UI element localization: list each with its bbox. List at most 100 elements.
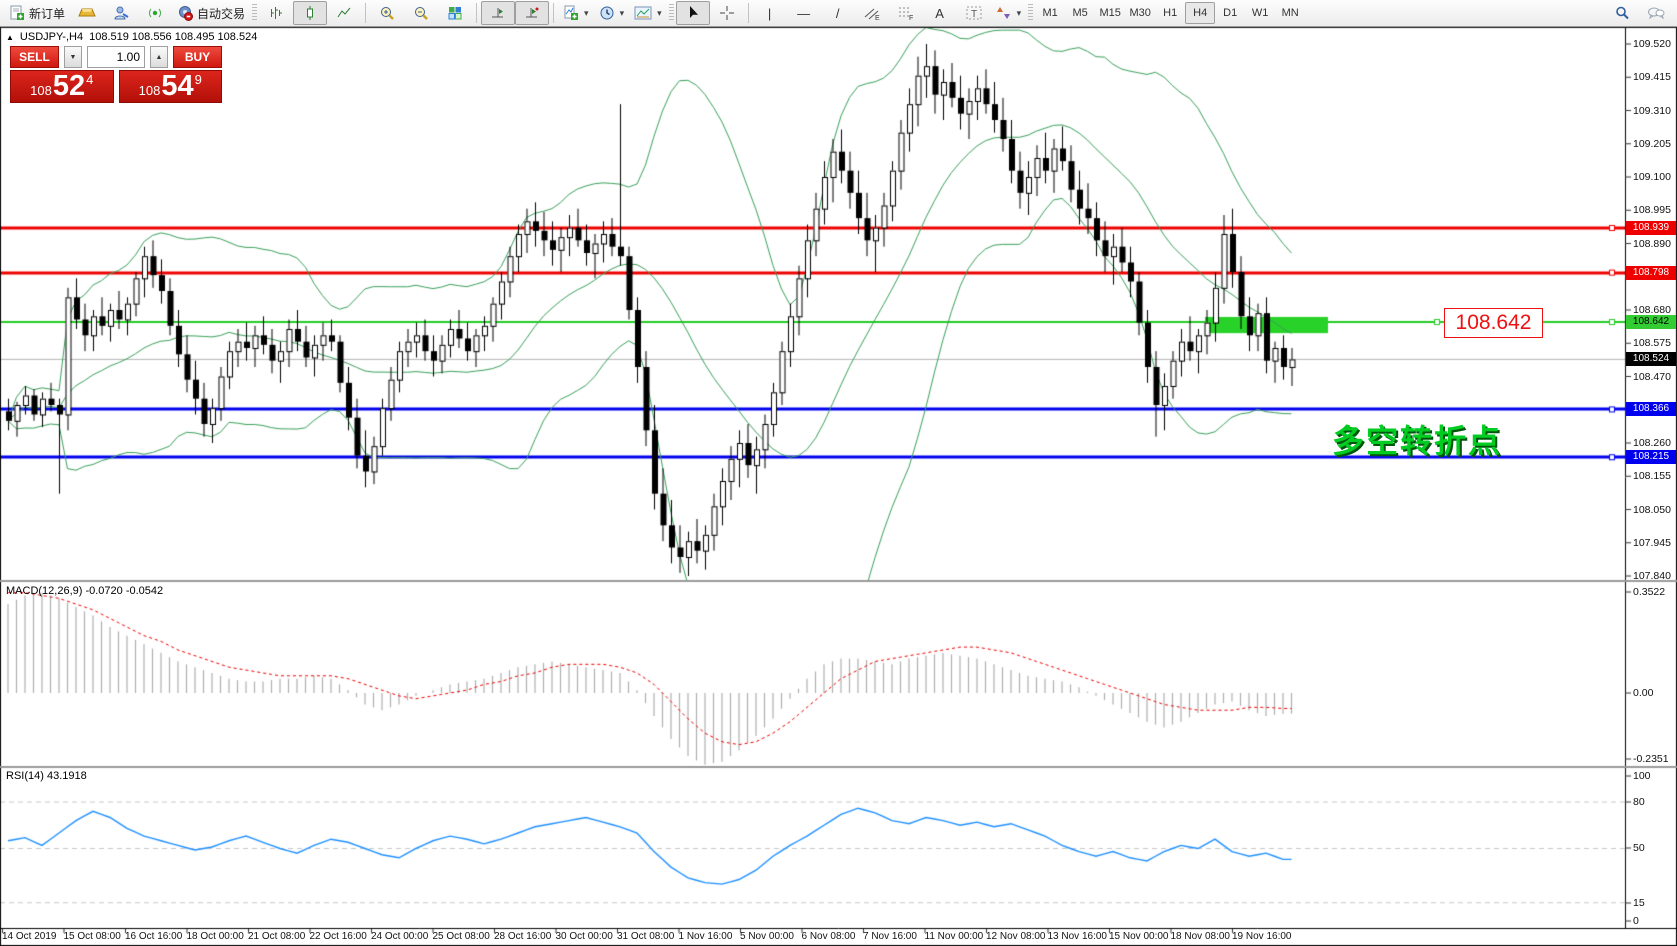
zoom-in-button[interactable] [370,1,404,25]
price-tick-label: 109.520 [1633,38,1671,50]
zoom-out-button[interactable] [404,1,438,25]
buy-price-big: 54 [161,72,193,101]
time-axis-label: 28 Oct 16:00 [494,931,551,942]
new-order-button[interactable]: 新订单 [4,1,70,25]
toolbar-grip [252,4,257,22]
time-axis-label: 18 Nov 08:00 [1171,931,1231,942]
price-tick-label: 108.575 [1633,337,1671,349]
text-label-icon: T [965,5,983,21]
chart-area[interactable] [0,0,1677,946]
price-callout-label[interactable]: 108.642 [1444,308,1543,338]
rsi-tick-label: 80 [1633,796,1645,808]
periods-button[interactable]: ▾ [594,1,630,25]
timeframe-h4[interactable]: H4 [1185,2,1215,24]
chart-shift-button[interactable] [515,1,549,25]
time-axis-label: 14 Oct 2019 [2,931,56,942]
collapse-panel-arrow[interactable]: ▲ [6,33,14,42]
timeframe-w1[interactable]: W1 [1245,2,1275,24]
time-axis-label: 19 Nov 16:00 [1232,931,1292,942]
text-button[interactable]: A [923,1,957,25]
account-button[interactable] [104,1,138,25]
line-chart-icon [336,5,352,21]
candlestick-icon [302,5,318,21]
fibonacci-icon: F [897,5,915,21]
price-tick-label: 109.415 [1633,71,1671,83]
chat-icon [1647,5,1665,21]
fibonacci-button[interactable]: F [889,1,923,25]
time-axis-label: 22 Oct 16:00 [310,931,367,942]
signal-icon [147,5,163,21]
volume-step-up-button[interactable]: ▲ [150,46,168,68]
gold-deposit-button[interactable] [70,1,104,25]
timeframe-m1[interactable]: M1 [1035,2,1065,24]
chat-button[interactable] [1639,1,1673,25]
sell-price-pip: 4 [86,72,93,87]
price-tick-label: 108.155 [1633,470,1671,482]
text-label-button[interactable]: T [957,1,991,25]
timeframe-mn[interactable]: MN [1275,2,1305,24]
sell-button[interactable]: SELL [10,46,59,68]
chart-shift-icon [524,5,540,21]
one-click-trade-panel: SELL ▼ ▲ BUY 108 52 4 108 54 9 [10,46,222,103]
price-tick-label: 108.050 [1633,504,1671,516]
auto-scroll-icon [490,5,506,21]
time-axis-label: 30 Oct 00:00 [556,931,613,942]
horizontal-line-button[interactable]: — [787,1,821,25]
line-chart-button[interactable] [327,1,361,25]
crosshair-icon [719,5,735,21]
timeframe-m30[interactable]: M30 [1125,2,1155,24]
dropdown-arrow-icon: ▾ [620,8,625,19]
add-indicator-button[interactable]: ▾ [558,1,594,25]
time-axis-label: 13 Nov 16:00 [1048,931,1108,942]
price-tick-label: 108.890 [1633,238,1671,250]
arrows-icon [996,5,1012,21]
vertical-line-button[interactable]: | [753,1,787,25]
add-indicator-icon [563,5,579,21]
rsi-indicator-label: RSI(14) 43.1918 [6,770,87,782]
timeframe-h1[interactable]: H1 [1155,2,1185,24]
bar-chart-icon [268,5,284,21]
price-tick-label: 109.205 [1633,138,1671,150]
dropdown-arrow-icon: ▾ [584,8,589,19]
new-order-icon [9,5,25,21]
time-axis-label: 5 Nov 00:00 [740,931,794,942]
price-tick-label: 108.995 [1633,204,1671,216]
crosshair-button[interactable] [710,1,744,25]
trendline-button[interactable]: / [821,1,855,25]
volume-input[interactable] [88,47,144,67]
auto-scroll-button[interactable] [481,1,515,25]
buy-button[interactable]: BUY [173,46,222,68]
price-tag: 108.642 [1626,315,1676,329]
channel-button[interactable]: E [855,1,889,25]
time-axis-label: 11 Nov 00:00 [925,931,984,942]
time-axis-label: 31 Oct 08:00 [617,931,674,942]
channel-icon: E [863,5,881,21]
sell-price-box[interactable]: 108 52 4 [10,70,114,103]
macd-indicator-label: MACD(12,26,9) -0.0720 -0.0542 [6,585,163,597]
arrows-button[interactable]: ▾ [991,1,1027,25]
timeframe-m15[interactable]: M15 [1095,2,1125,24]
volume-step-down-button[interactable]: ▼ [64,46,82,68]
auto-trading-button[interactable]: 自动交易 [172,1,250,25]
macd-tick-label: 0.3522 [1633,586,1665,598]
candlestick-button[interactable] [293,1,327,25]
time-axis-label: 16 Oct 16:00 [125,931,182,942]
template-button[interactable]: ▾ [629,1,667,25]
toolbar-grip [669,4,674,22]
tile-windows-button[interactable] [438,1,472,25]
buy-price-prefix: 108 [139,83,161,98]
bar-chart-button[interactable] [259,1,293,25]
rsi-tick-label: 0 [1633,915,1639,927]
time-axis-label: 12 Nov 08:00 [986,931,1046,942]
timeframe-m5[interactable]: M5 [1065,2,1095,24]
time-axis-label: 18 Oct 00:00 [187,931,244,942]
zoom-out-icon [413,5,429,21]
buy-price-pip: 9 [195,72,202,87]
timeframe-d1[interactable]: D1 [1215,2,1245,24]
cursor-button[interactable] [676,1,710,25]
svg-text:E: E [875,15,880,21]
search-button[interactable] [1605,1,1639,25]
buy-price-box[interactable]: 108 54 9 [119,70,223,103]
signal-button[interactable] [138,1,172,25]
turning-point-annotation[interactable]: 多空转折点 [1332,416,1502,462]
